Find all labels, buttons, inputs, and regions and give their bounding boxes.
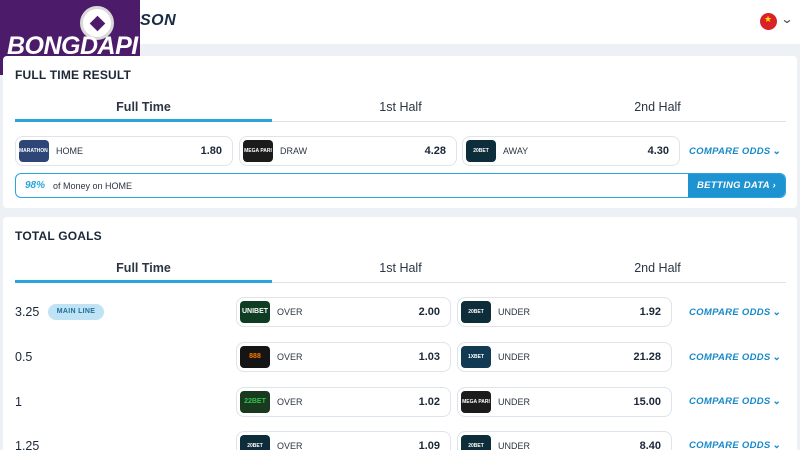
compare-odds-label: COMPARE ODDS [689,307,771,318]
odds-value: 1.80 [200,145,222,157]
odds-value: 1.09 [418,440,440,450]
bookmaker-logo: 1XBET [461,346,491,368]
odds-value: 1.02 [418,396,440,408]
total-goals-card: TOTAL GOALS Full Time 1st Half 2nd Half … [3,217,797,450]
tab-2nd-half[interactable]: 2nd Half [529,96,786,122]
odds-label: UNDER [498,352,531,362]
odds-value: 15.00 [633,396,661,408]
chevron-down-icon: ⌄ [772,440,782,450]
bookmaker-logo: UNIBET [240,301,270,323]
odds-value: 21.28 [633,351,661,363]
tab-1st-half[interactable]: 1st Half [272,96,529,122]
odds-value: 4.30 [647,145,669,157]
odds-button-under[interactable]: 20BET UNDER 8.40 [457,431,672,450]
section-title: FULL TIME RESULT [15,68,132,82]
compare-odds-link[interactable]: COMPARE ODDS ⌄ [689,440,781,450]
period-tabs: Full Time 1st Half 2nd Half [15,257,786,283]
compare-odds-link[interactable]: COMPARE ODDS ⌄ [689,396,781,407]
betting-data-label: BETTING DATA [697,180,770,191]
odds-value: 2.00 [418,306,440,318]
odds-value: 8.40 [639,440,661,450]
compare-odds-label: COMPARE ODDS [689,352,771,363]
odds-label: OVER [277,307,303,317]
odds-button-over[interactable]: 888 OVER 1.03 [236,342,451,372]
odds-value: 1.03 [418,351,440,363]
language-flag-icon[interactable] [760,13,777,30]
chevron-down-icon: ⌄ [772,396,782,407]
money-text: of Money on HOME [53,181,133,191]
goal-line-label: 1.25 [15,439,40,450]
chevron-down-icon: ⌄ [772,146,782,157]
bookmaker-logo: 20BET [240,435,270,450]
chevron-down-icon: ⌄ [772,307,782,318]
odds-label: UNDER [498,441,531,450]
goal-line-label: 1 [15,395,22,409]
goal-line-label: 3.25 [15,305,40,319]
odds-button-home[interactable]: MARATHON BET HOME 1.80 [15,136,233,166]
compare-odds-label: COMPARE ODDS [689,146,771,157]
full-time-result-card: FULL TIME RESULT Full Time 1st Half 2nd … [3,56,797,208]
bookmaker-logo: 20BET [466,140,496,162]
money-distribution-bar: 98% of Money on HOME BETTING DATA › [15,173,786,198]
odds-label: OVER [277,352,303,362]
odds-button-over[interactable]: UNIBET OVER 2.00 [236,297,451,327]
chevron-down-icon[interactable]: ⌄ [780,12,793,26]
odds-button-over[interactable]: 20BET OVER 1.09 [236,431,451,450]
compare-odds-link[interactable]: COMPARE ODDS ⌄ [689,146,781,157]
bookmaker-logo: MEGA PARI [461,391,491,413]
odds-button-over[interactable]: 22BET OVER 1.02 [236,387,451,417]
odds-button-away[interactable]: 20BET AWAY 4.30 [462,136,680,166]
chevron-down-icon: ⌄ [772,352,782,363]
odds-label: UNDER [498,397,531,407]
compare-odds-link[interactable]: COMPARE ODDS ⌄ [689,307,781,318]
odds-label: HOME [56,146,83,156]
compare-odds-link[interactable]: COMPARE ODDS ⌄ [689,352,781,363]
odds-label: DRAW [280,146,308,156]
period-tabs: Full Time 1st Half 2nd Half [15,96,786,122]
odds-button-under[interactable]: 1XBET UNDER 21.28 [457,342,672,372]
odds-button-under[interactable]: 20BET UNDER 1.92 [457,297,672,327]
money-percent: 98% [25,180,46,191]
tab-full-time[interactable]: Full Time [15,257,272,283]
bookmaker-logo: MEGA PARI [243,140,273,162]
compare-odds-label: COMPARE ODDS [689,440,771,450]
main-line-badge: MAIN LINE [48,304,104,320]
odds-label: AWAY [503,146,529,156]
tab-2nd-half[interactable]: 2nd Half [529,257,786,283]
betting-data-button[interactable]: BETTING DATA › [688,174,785,197]
odds-label: OVER [277,441,303,450]
goal-line-label: 0.5 [15,350,33,364]
tab-full-time[interactable]: Full Time [15,96,272,122]
section-title: TOTAL GOALS [15,229,102,243]
odds-button-under[interactable]: MEGA PARI UNDER 15.00 [457,387,672,417]
bookmaker-logo: 22BET [240,391,270,413]
tab-1st-half[interactable]: 1st Half [272,257,529,283]
bookmaker-logo: MARATHON BET [19,140,49,162]
odds-value: 1.92 [639,306,661,318]
compare-odds-label: COMPARE ODDS [689,396,771,407]
odds-label: UNDER [498,307,531,317]
page-title-fragment: SON [140,12,177,29]
bookmaker-logo: 888 [240,346,270,368]
odds-label: OVER [277,397,303,407]
bookmaker-logo: 20BET [461,435,491,450]
odds-button-draw[interactable]: MEGA PARI DRAW 4.28 [239,136,457,166]
odds-value: 4.28 [424,145,446,157]
bookmaker-logo: 20BET [461,301,491,323]
